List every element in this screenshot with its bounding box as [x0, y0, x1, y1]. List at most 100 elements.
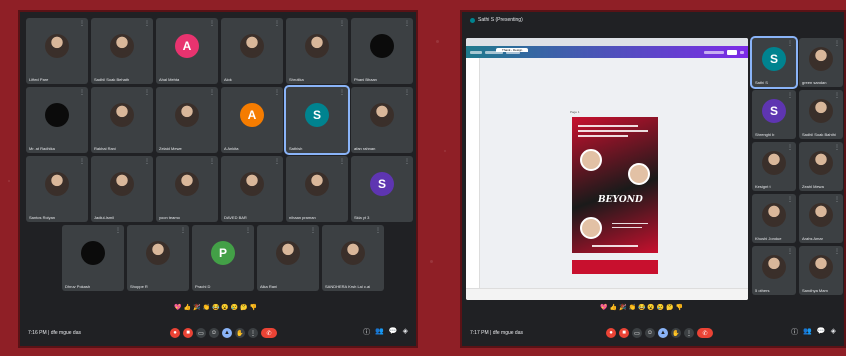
present-icon[interactable]: ▲ — [658, 328, 668, 338]
participant-tile[interactable]: ⋮ green sandan — [799, 38, 843, 87]
share-button[interactable] — [727, 49, 737, 55]
participant-tile[interactable]: ⋮ Jadiul-Ismil — [91, 156, 153, 222]
wow-icon[interactable]: 😮 — [221, 304, 228, 311]
mic-muted-icon: ⋮ — [274, 159, 280, 165]
participant-tile[interactable]: ⋮ Alka Rani — [257, 225, 319, 291]
participant-name: Skla yt 3 — [354, 215, 370, 220]
sad-icon[interactable]: 😢 — [231, 304, 238, 311]
participant-tile[interactable]: ⋮ SANDHERA Krsh Lal c.ai — [322, 225, 384, 291]
clap-icon[interactable]: 👏 — [202, 304, 209, 311]
call-controls: ● ■ ▭ ☺ ▲ ✋ ⋮ ✆ — [170, 328, 277, 338]
sad-icon[interactable]: 😢 — [657, 304, 664, 311]
participant-tile[interactable]: ⋮ Sadhil Soak Behath — [91, 18, 153, 84]
info-icon[interactable]: ⓘ — [791, 327, 798, 337]
mic-muted-icon: ⋮ — [834, 249, 840, 255]
speaker-photo — [580, 217, 602, 239]
participant-name: Sathi S — [755, 80, 768, 85]
more-icon[interactable]: ⋮ — [684, 328, 694, 338]
speaker-photo — [628, 163, 650, 185]
participant-tile[interactable]: A ⋮ A Ankita — [221, 87, 283, 153]
leave-call-icon[interactable]: ✆ — [261, 328, 277, 338]
shared-screen[interactable]: Thank - Design Page 1 BEYOND — [466, 38, 748, 300]
heart-icon[interactable]: 💖 — [600, 304, 607, 311]
participant-tile[interactable]: ⋮ Shrutika — [286, 18, 348, 84]
camera-icon[interactable]: ■ — [619, 328, 629, 338]
thinking-icon[interactable]: 🤔 — [240, 304, 247, 311]
chat-icon[interactable]: 💬 — [389, 327, 398, 337]
participant-tile[interactable]: ⋮ Rakhai Rani — [91, 87, 153, 153]
participant-tile[interactable]: S ⋮ Sathi S — [750, 36, 798, 89]
laugh-icon[interactable]: 😂 — [212, 304, 219, 311]
activities-icon[interactable]: ◈ — [403, 327, 408, 337]
next-page-preview[interactable] — [572, 260, 658, 274]
laugh-icon[interactable]: 😂 — [638, 304, 645, 311]
thinking-icon[interactable]: 🤔 — [666, 304, 673, 311]
leave-call-icon[interactable]: ✆ — [697, 328, 713, 338]
participant-tile[interactable]: ⋮ Alok — [221, 18, 283, 84]
participant-tile[interactable]: ⋮ Santos Roiyan — [26, 156, 88, 222]
participant-name: Alok — [224, 77, 232, 82]
participant-name: Sadhil Soak Behath — [94, 77, 130, 82]
event-poster[interactable]: BEYOND — [572, 117, 658, 253]
activities-icon[interactable]: ◈ — [831, 327, 836, 337]
thumbs-down-icon[interactable]: 👎 — [676, 304, 683, 311]
reaction-bar[interactable]: 💖 👍 🎉 👏 😂 😮 😢 🤔 👎 — [600, 304, 683, 311]
participant-name: Phani Bhaan — [354, 77, 377, 82]
party-icon[interactable]: 🎉 — [619, 304, 626, 311]
participant-tile[interactable]: P ⋮ Prachi D — [192, 225, 254, 291]
mic-muted-icon: ⋮ — [144, 21, 150, 27]
captions-icon[interactable]: ▭ — [196, 328, 206, 338]
mic-muted-icon: ⋮ — [209, 21, 215, 27]
participant-tile[interactable]: ⋮ Sandhya Mam — [799, 246, 843, 295]
participant-tile[interactable]: ⋮ 5 others — [752, 246, 796, 295]
chat-icon[interactable]: 💬 — [817, 327, 826, 337]
participant-tile[interactable]: S ⋮ Skla yt 3 — [351, 156, 413, 222]
participant-tile[interactable]: ⋮ Kesignt t — [752, 142, 796, 191]
participant-name: Zelaid Mewe — [159, 146, 182, 151]
participant-tile[interactable]: ⋮ Lifted Pare — [26, 18, 88, 84]
captions-icon[interactable]: ▭ — [632, 328, 642, 338]
participant-tile[interactable]: ⋮ Sadhil Soak Bahthi — [799, 90, 843, 139]
avatar — [809, 98, 833, 123]
participant-tile[interactable]: ⋮ nihaan praman — [286, 156, 348, 222]
thumbs-up-icon[interactable]: 👍 — [609, 304, 616, 311]
participant-tile[interactable]: ⋮ Phani Bhaan — [351, 18, 413, 84]
emoji-icon[interactable]: ☺ — [209, 328, 219, 338]
raise-hand-icon[interactable]: ✋ — [671, 328, 681, 338]
participant-tile[interactable]: ⋮ Arahs Amar — [799, 194, 843, 243]
mic-icon[interactable]: ● — [606, 328, 616, 338]
avatar — [809, 150, 833, 175]
participant-tile[interactable]: A ⋮ Ahal Mehta — [156, 18, 218, 84]
present-icon[interactable]: ▲ — [222, 328, 232, 338]
more-icon[interactable]: ⋮ — [248, 328, 258, 338]
heart-icon[interactable]: 💖 — [174, 304, 181, 311]
mic-icon[interactable]: ● — [170, 328, 180, 338]
participant-tile[interactable]: S ⋮ Sathish — [284, 85, 350, 155]
participant-tile[interactable]: ⋮ afan rahnan — [351, 87, 413, 153]
camera-icon[interactable]: ■ — [183, 328, 193, 338]
people-icon[interactable]: 👥 — [375, 327, 384, 337]
participant-tile[interactable]: ⋮ Khushi Jondue — [752, 194, 796, 243]
participant-tile[interactable]: ⋮ Zelaid Mewe — [156, 87, 218, 153]
participant-name: afan rahnan — [354, 146, 376, 151]
participant-tile[interactable]: ⋮ Zeahl Mewa — [799, 142, 843, 191]
wow-icon[interactable]: 😮 — [647, 304, 654, 311]
participant-tile[interactable]: ⋮ Mr. at Radhika — [26, 87, 88, 153]
participant-tile[interactable]: ⋮ Dhruv Pokash — [62, 225, 124, 291]
emoji-icon[interactable]: ☺ — [645, 328, 655, 338]
participant-tile[interactable]: ⋮ Shoppe R — [127, 225, 189, 291]
participant-tile[interactable]: ⋮ DAVED BAR — [221, 156, 283, 222]
info-icon[interactable]: ⓘ — [363, 327, 370, 337]
time-and-meeting-code: 7:16 PM | dfe mgue das — [28, 330, 81, 336]
thumbs-down-icon[interactable]: 👎 — [250, 304, 257, 311]
people-icon[interactable]: 👥 — [803, 327, 812, 337]
raise-hand-icon[interactable]: ✋ — [235, 328, 245, 338]
reaction-bar[interactable]: 💖 👍 🎉 👏 😂 😮 😢 🤔 👎 — [174, 304, 257, 311]
clap-icon[interactable]: 👏 — [628, 304, 635, 311]
participant-tile[interactable]: S ⋮ Shrenghi b — [752, 90, 796, 139]
thumbs-up-icon[interactable]: 👍 — [183, 304, 190, 311]
party-icon[interactable]: 🎉 — [193, 304, 200, 311]
mic-muted-icon: ⋮ — [310, 228, 316, 234]
avatar — [305, 33, 329, 58]
participant-tile[interactable]: ⋮ yoon teamo — [156, 156, 218, 222]
